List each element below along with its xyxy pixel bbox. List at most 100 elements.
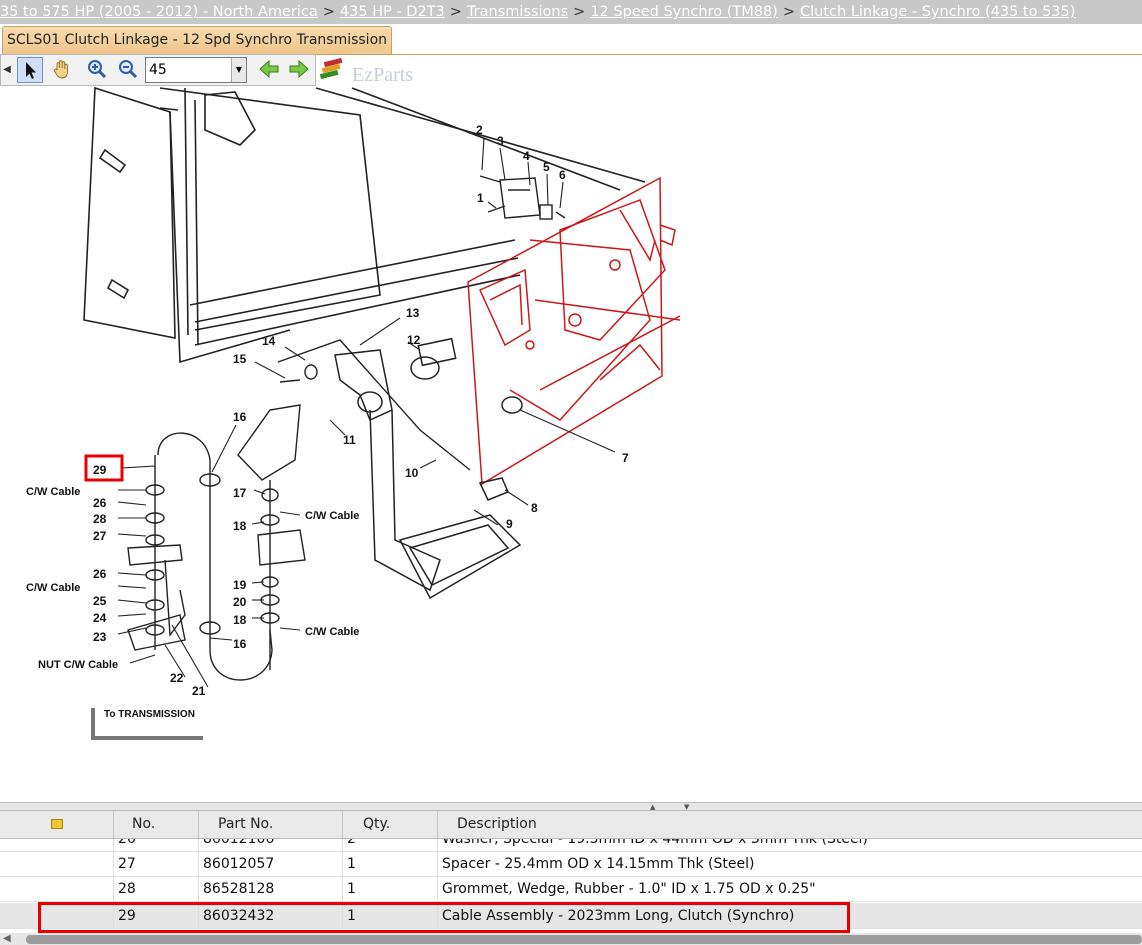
callout-28[interactable]: 28 xyxy=(93,512,107,526)
nut-cw-cable-label: NUT C/W Cable xyxy=(38,659,118,671)
horizontal-scrollbar[interactable]: ◀ xyxy=(0,933,1142,945)
callout-16[interactable]: 16 xyxy=(233,637,247,651)
zoom-out-icon xyxy=(119,60,138,79)
pane-splitter[interactable]: ▲ ▼ xyxy=(0,802,1142,811)
cw-cable-label: C/W Cable xyxy=(26,486,80,498)
dropdown-arrow-icon[interactable]: ▼ xyxy=(231,58,246,82)
pointer-icon xyxy=(26,62,36,79)
breadcrumb-separator: > xyxy=(322,4,335,20)
parts-diagram[interactable]: 2 3 4 5 6 1 7 8 9 10 11 12 13 14 15 16 1… xyxy=(0,86,1142,802)
scrollbar-thumb[interactable] xyxy=(26,935,1142,944)
clutch-switch-bracket xyxy=(479,175,566,220)
forward-button[interactable] xyxy=(286,57,312,83)
callout-22[interactable]: 22 xyxy=(170,671,184,685)
callout-18[interactable]: 18 xyxy=(233,519,247,533)
callout-4[interactable]: 4 xyxy=(523,149,530,163)
callout-29[interactable]: 29 xyxy=(93,463,107,477)
callout-27[interactable]: 27 xyxy=(93,529,107,543)
callout-13[interactable]: 13 xyxy=(406,306,420,320)
cw-cable-label: C/W Cable xyxy=(26,582,80,594)
back-button[interactable] xyxy=(256,57,282,83)
callout-5[interactable]: 5 xyxy=(543,160,550,174)
zoom-in-button[interactable] xyxy=(84,57,110,83)
breadcrumb-separator: > xyxy=(782,4,796,20)
callout-3[interactable]: 3 xyxy=(497,134,504,148)
cell-description: Washer, Special - 19.5mm ID x 44mm OD x … xyxy=(437,839,1142,852)
callout-11[interactable]: 11 xyxy=(343,433,356,447)
callout-2[interactable]: 2 xyxy=(476,123,483,137)
logo-text: EzParts xyxy=(352,64,413,86)
pan-tool-button[interactable] xyxy=(49,57,75,83)
callout-15[interactable]: 15 xyxy=(233,352,247,366)
callout-25[interactable]: 25 xyxy=(93,594,107,608)
toolbar-collapse-icon[interactable]: ◀ xyxy=(1,57,13,83)
callout-18[interactable]: 18 xyxy=(233,613,247,627)
breadcrumb-separator: > xyxy=(449,4,462,20)
viewer-toolbar: ◀ 45 ▼ xyxy=(0,54,316,86)
zoom-level-select[interactable]: 45 ▼ xyxy=(145,57,247,83)
breadcrumb-link-transmissions[interactable]: Transmissions xyxy=(467,4,568,20)
hand-icon xyxy=(53,60,68,79)
callout-8[interactable]: 8 xyxy=(531,501,538,515)
callout-1[interactable]: 1 xyxy=(477,191,484,205)
back-arrow-icon xyxy=(259,59,279,79)
parts-grid-header: No. Part No. Qty. Description xyxy=(0,811,1142,839)
cw-cable-label: C/W Cable xyxy=(305,626,359,638)
callout-14[interactable]: 14 xyxy=(262,334,276,348)
callout-26[interactable]: 26 xyxy=(93,496,107,510)
breadcrumb-link-model[interactable]: 35 to 575 HP (2005 - 2012) - North Ameri… xyxy=(0,4,318,20)
column-header-icon[interactable] xyxy=(0,811,113,838)
tab-bar: SCLS01 Clutch Linkage - 12 Spd Synchro T… xyxy=(0,24,1142,55)
column-header-description[interactable]: Description xyxy=(437,811,1142,838)
zoom-level-value: 45 xyxy=(149,62,167,78)
callout-19[interactable]: 19 xyxy=(233,578,247,592)
breadcrumb-link-engine[interactable]: 435 HP - D2T3 xyxy=(340,4,445,20)
cell-description: Grommet, Wedge, Rubber - 1.0" ID x 1.75 … xyxy=(437,877,1142,902)
to-transmission-label: To TRANSMISSION xyxy=(104,709,195,720)
cell-qty: 1 xyxy=(342,877,437,902)
clutch-pedal xyxy=(334,337,523,600)
breadcrumb-separator: > xyxy=(573,4,586,20)
callout-21[interactable]: 21 xyxy=(192,684,206,698)
callout-17[interactable]: 17 xyxy=(233,486,247,500)
column-header-no[interactable]: No. xyxy=(113,811,198,838)
callout-6[interactable]: 6 xyxy=(559,168,566,182)
breadcrumb: 35 to 575 HP (2005 - 2012) - North Ameri… xyxy=(0,0,1142,24)
cw-cable-label: C/W Cable xyxy=(305,510,359,522)
cell-description: Spacer - 25.4mm OD x 14.15mm Thk (Steel) xyxy=(437,852,1142,877)
callout-24[interactable]: 24 xyxy=(93,611,107,625)
breadcrumb-link-clutch-linkage[interactable]: Clutch Linkage - Synchro (435 to 535) xyxy=(800,4,1075,20)
tab-clutch-linkage[interactable]: SCLS01 Clutch Linkage - 12 Spd Synchro T… xyxy=(2,26,393,54)
column-header-part-no[interactable]: Part No. xyxy=(198,811,342,838)
zoom-out-button[interactable] xyxy=(115,57,141,83)
cell-qty: 1 xyxy=(342,852,437,877)
table-row[interactable]: 28 86528128 1 Grommet, Wedge, Rubber - 1… xyxy=(0,877,1142,902)
table-row[interactable]: 26 86012106 2 Washer, Special - 19.5mm I… xyxy=(0,839,1142,852)
callout-10[interactable]: 10 xyxy=(405,466,419,480)
pedal-support-assembly xyxy=(467,176,681,486)
zoom-in-icon xyxy=(88,60,107,79)
callout-26[interactable]: 26 xyxy=(93,567,107,581)
cell-part-no: 86528128 xyxy=(198,877,342,902)
scroll-left-icon[interactable]: ◀ xyxy=(3,933,11,945)
cell-no: 27 xyxy=(113,852,198,877)
callout-20[interactable]: 20 xyxy=(233,595,247,609)
firewall-panel xyxy=(83,86,646,364)
cell-part-no: 86012057 xyxy=(198,852,342,877)
cell-part-no: 86012106 xyxy=(198,839,342,852)
callout-7[interactable]: 7 xyxy=(622,451,629,465)
callout-16[interactable]: 16 xyxy=(233,410,247,424)
selected-row-highlight xyxy=(38,902,850,933)
folder-icon xyxy=(50,819,63,829)
cell-no: 26 xyxy=(113,839,198,852)
callout-23[interactable]: 23 xyxy=(93,630,107,644)
callout-12[interactable]: 12 xyxy=(407,333,421,347)
cell-no: 28 xyxy=(113,877,198,902)
breadcrumb-link-synchro[interactable]: 12 Speed Synchro (TM88) xyxy=(590,4,778,20)
pointer-tool-button[interactable] xyxy=(17,57,43,83)
ezparts-logo: EzParts xyxy=(318,56,428,86)
table-row[interactable]: 27 86012057 1 Spacer - 25.4mm OD x 14.15… xyxy=(0,852,1142,877)
callout-9[interactable]: 9 xyxy=(506,517,513,531)
forward-arrow-icon xyxy=(289,59,309,79)
column-header-qty[interactable]: Qty. xyxy=(342,811,437,838)
